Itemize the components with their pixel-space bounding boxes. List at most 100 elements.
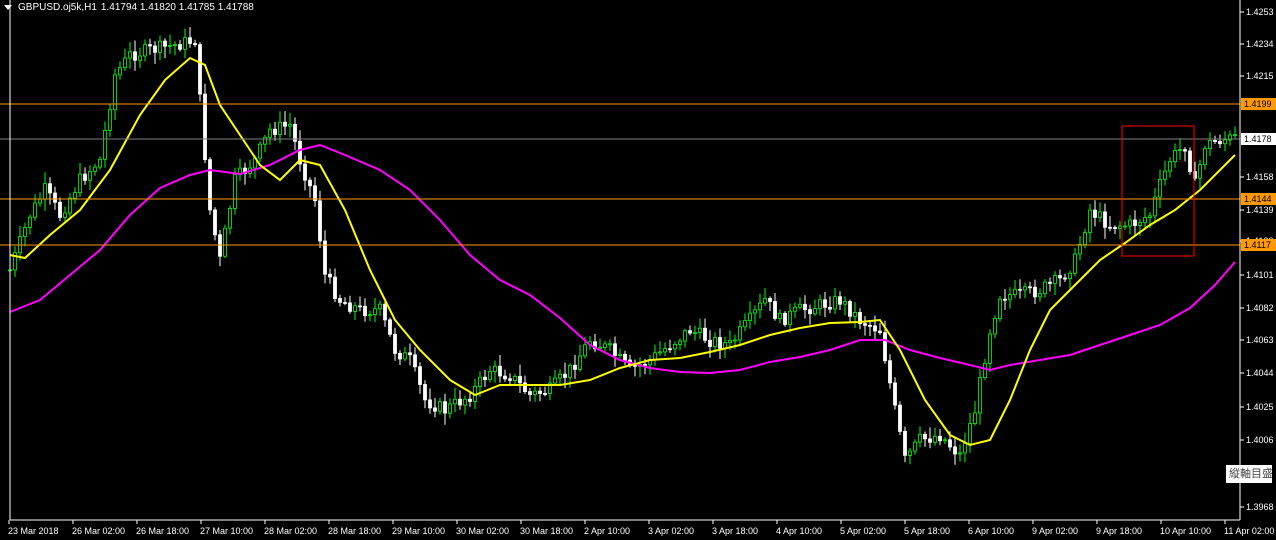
candle-body — [228, 207, 232, 229]
candle-body — [333, 276, 337, 300]
candle-body — [163, 40, 167, 47]
candle-body — [98, 158, 102, 168]
candle-body — [883, 332, 887, 362]
candle-body — [1073, 253, 1077, 274]
candle-body — [453, 398, 457, 405]
candle-body — [573, 364, 577, 370]
candle-body — [88, 170, 92, 181]
time-tick-label: 30 Mar 18:00 — [520, 526, 573, 536]
candle-body — [1008, 294, 1012, 301]
candle-body — [233, 174, 237, 209]
candle-body — [1028, 286, 1032, 289]
candle-body — [853, 311, 857, 317]
candle-body — [73, 192, 77, 199]
candle-body — [793, 306, 797, 312]
candle-body — [1103, 211, 1107, 228]
candle-body — [818, 299, 822, 309]
candle-body — [1038, 293, 1042, 298]
candle-body — [178, 44, 182, 50]
candle-body — [1003, 298, 1007, 301]
candle-body — [193, 43, 197, 46]
candle-body — [728, 339, 732, 343]
ma-fast-line — [9, 56, 1236, 447]
candle-body — [908, 450, 912, 456]
candle-body — [678, 340, 682, 345]
candle-body — [78, 173, 82, 194]
candle-body — [1023, 286, 1027, 291]
candle-body — [658, 351, 662, 354]
candle-body — [398, 352, 402, 360]
candle-body — [733, 339, 737, 342]
price-tick-label: 1.4139 — [1246, 205, 1274, 215]
candle-body — [568, 364, 572, 378]
candle-body — [138, 55, 142, 61]
candle-body — [668, 348, 672, 351]
candle-body — [968, 423, 972, 445]
candle-body — [58, 201, 62, 218]
candle-body — [348, 302, 352, 312]
time-tick-label: 10 Apr 10:00 — [1160, 526, 1211, 536]
price-tick-label: 1.4044 — [1246, 368, 1274, 378]
candle-body — [143, 44, 147, 57]
candle-body — [283, 121, 287, 127]
candle-body — [1053, 275, 1057, 284]
candle-body — [773, 301, 777, 319]
candle-body — [738, 326, 742, 341]
candle-body — [963, 443, 967, 454]
candle-body — [188, 37, 192, 44]
time-tick-label: 30 Mar 02:00 — [456, 526, 509, 536]
candle-body — [838, 296, 842, 305]
candle-body — [923, 433, 927, 440]
candle-body — [28, 216, 32, 228]
candle-body — [528, 391, 532, 395]
candle-body — [1063, 277, 1067, 280]
candle-body — [1043, 281, 1047, 295]
price-tick-label: 1.4234 — [1246, 39, 1274, 49]
candle-body — [273, 128, 277, 135]
overlay-lines-layer — [0, 56, 1240, 447]
candle-body — [693, 332, 697, 334]
price-tag-label: 1.4199 — [1244, 99, 1272, 109]
candle-body — [718, 337, 722, 349]
candle-body — [768, 298, 772, 302]
time-tick-label: 29 Mar 10:00 — [392, 526, 445, 536]
candle-body — [1068, 272, 1072, 279]
candle-body — [918, 433, 922, 443]
candle-body — [653, 352, 657, 360]
price-tick-label: 1.4158 — [1246, 172, 1274, 182]
candle-body — [1098, 211, 1102, 218]
candle-body — [148, 44, 152, 47]
candle-body — [93, 166, 97, 172]
candle-body — [533, 390, 537, 395]
time-tick-label: 3 Apr 02:00 — [648, 526, 694, 536]
candle-body — [783, 312, 787, 325]
candle-body — [538, 390, 542, 394]
price-tag-label: 1.4178 — [1244, 134, 1272, 144]
candle-body — [478, 376, 482, 387]
candle-body — [833, 296, 837, 310]
candle-body — [543, 393, 547, 395]
candle-body — [958, 452, 962, 455]
candle-body — [48, 183, 52, 194]
candle-body — [938, 435, 942, 442]
candle-body — [1078, 243, 1082, 255]
candle-body — [328, 273, 332, 278]
candle-body — [423, 384, 427, 401]
vertical-scale-watermark: 縦軸目盛 — [1226, 465, 1272, 483]
candle-body — [258, 143, 262, 159]
candle-body — [1138, 222, 1142, 226]
candle-body — [758, 302, 762, 311]
candle-body — [553, 377, 557, 384]
price-tick-label: 1.4253 — [1246, 7, 1274, 17]
candle-body — [1058, 275, 1062, 279]
candle-body — [378, 303, 382, 310]
candle-body — [698, 327, 702, 333]
candle-body — [613, 343, 617, 356]
candle-body — [303, 163, 307, 181]
candle-body — [1113, 227, 1117, 230]
candle-body — [263, 136, 267, 145]
candle-body — [1048, 281, 1052, 284]
candle-body — [1178, 149, 1182, 152]
price-chart[interactable]: 1.42531.42341.42151.41581.41391.41201.41… — [0, 0, 1276, 540]
chart-window[interactable]: GBPUSD.oj5k,H1 1.41794 1.41820 1.41785 1… — [0, 0, 1276, 540]
